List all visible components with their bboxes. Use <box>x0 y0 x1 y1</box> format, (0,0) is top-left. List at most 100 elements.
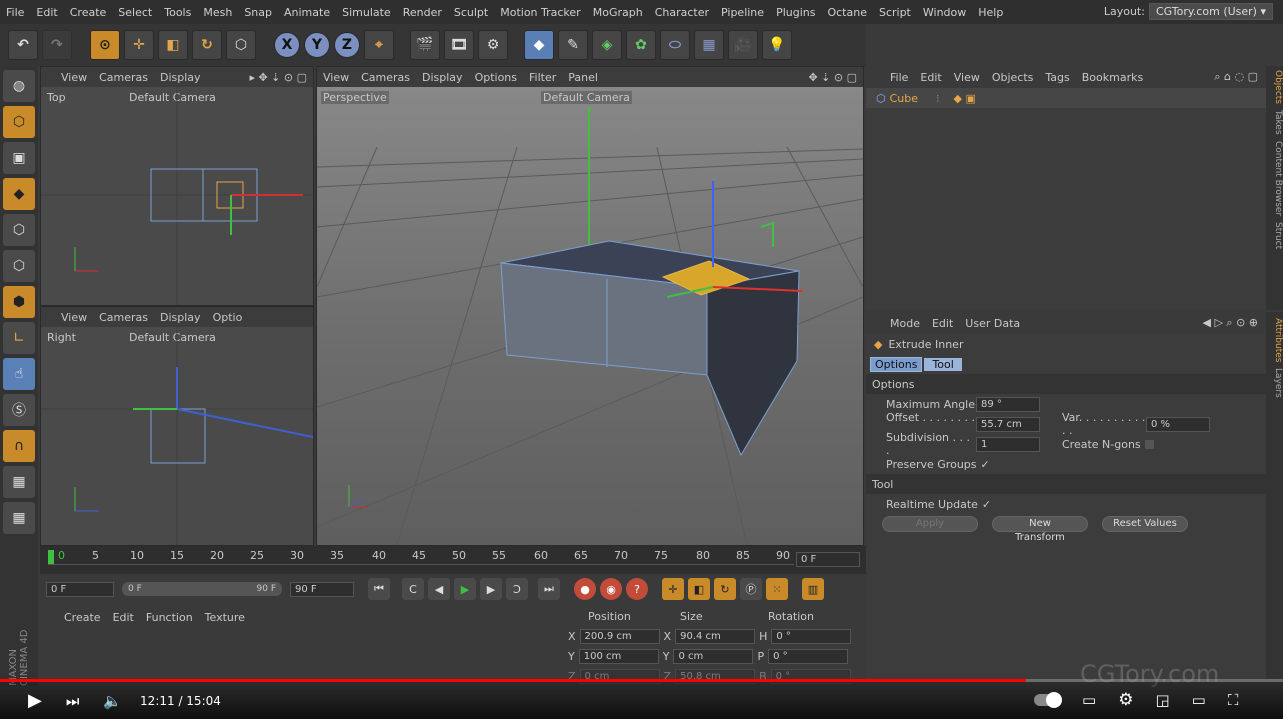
menu-octane[interactable]: Octane <box>821 6 873 19</box>
record-icon[interactable]: ● <box>574 578 596 600</box>
next-frame-icon[interactable]: ▶ <box>480 578 502 600</box>
menu-render[interactable]: Render <box>397 6 448 19</box>
workplane-lock-icon[interactable]: ▦ <box>3 466 35 498</box>
render-picture-icon[interactable]: 🎞 <box>444 30 474 60</box>
grid-icon[interactable]: ▦ <box>3 502 35 534</box>
y-axis-toggle[interactable]: Y <box>304 32 330 58</box>
mat-create-menu[interactable]: Create <box>64 611 101 624</box>
prev-key-icon[interactable]: C <box>402 578 424 600</box>
attr-edit-menu[interactable]: Edit <box>932 317 953 330</box>
floor-icon[interactable]: ▦ <box>694 30 724 60</box>
start-frame-field[interactable]: 0 F <box>46 581 114 597</box>
keyframe-selection-icon[interactable]: ? <box>626 578 648 600</box>
reset-values-button[interactable]: Reset Values <box>1102 516 1188 532</box>
menu-simulate[interactable]: Simulate <box>336 6 397 19</box>
snap-icon[interactable]: ∩ <box>3 430 35 462</box>
axis-mode-icon[interactable]: ∟ <box>3 322 35 354</box>
tab-attributes[interactable]: Attributes <box>1266 318 1283 362</box>
play-icon[interactable]: ▶ <box>28 690 42 711</box>
obj-edit-menu[interactable]: Edit <box>920 71 941 84</box>
object-mode-icon[interactable]: ⬡ <box>226 30 256 60</box>
range-slider[interactable]: 0 F 90 F <box>122 582 282 596</box>
persp-nav-icon[interactable]: ✥ ⇣ ⊙ ▢ <box>808 71 863 84</box>
live-selection-icon[interactable]: ⊙ <box>90 30 120 60</box>
menu-edit[interactable]: Edit <box>30 6 63 19</box>
subdivision-field[interactable]: 1 <box>976 436 1040 452</box>
search-icon[interactable]: ⌕ ⌂ ◌ ▢ <box>1214 70 1266 84</box>
key-scale-icon[interactable]: ◧ <box>688 578 710 600</box>
max-angle-field[interactable]: 89 ° <box>976 396 1040 412</box>
pos-x-field[interactable]: 200.9 cm <box>579 628 660 644</box>
rotate-icon[interactable]: ↻ <box>192 30 222 60</box>
persp-filter-menu[interactable]: Filter <box>529 71 556 84</box>
solo-icon[interactable]: Ⓢ <box>3 394 35 426</box>
menu-animate[interactable]: Animate <box>278 6 336 19</box>
menu-motion-tracker[interactable]: Motion Tracker <box>494 6 586 19</box>
render-settings-icon[interactable]: ⚙ <box>478 30 508 60</box>
right-cameras-menu[interactable]: Cameras <box>99 311 148 324</box>
obj-tags-menu[interactable]: Tags <box>1045 71 1069 84</box>
next-video-icon[interactable]: ⏭ <box>66 692 80 710</box>
pos-y-field[interactable]: 100 cm <box>578 648 659 664</box>
right-viewport[interactable]: View Cameras Display Optio Right Default… <box>40 306 314 546</box>
tab-objects[interactable]: Objects <box>1266 70 1283 104</box>
deformer-icon[interactable]: ⬭ <box>660 30 690 60</box>
x-axis-toggle[interactable]: X <box>274 32 300 58</box>
preserve-groups-checkbox[interactable]: ✓ <box>981 458 990 471</box>
key-param-icon[interactable]: Ⓟ <box>740 578 762 600</box>
obj-objects-menu[interactable]: Objects <box>992 71 1034 84</box>
right-options-menu[interactable]: Optio <box>213 311 243 324</box>
video-progress-bar[interactable] <box>0 679 1283 682</box>
tab-layers[interactable]: Layers <box>1266 368 1283 398</box>
timeline-ruler[interactable]: 0 5 10 15 20 25 30 35 40 45 50 55 60 65 … <box>40 546 866 574</box>
tab-tool[interactable]: Tool <box>924 357 962 371</box>
create-ngons-checkbox[interactable] <box>1144 439 1154 449</box>
menu-mograph[interactable]: MoGraph <box>587 6 649 19</box>
autokey-icon[interactable]: ◉ <box>600 578 622 600</box>
timeline-icon[interactable]: ▥ <box>802 578 824 600</box>
subdivision-icon[interactable]: ◈ <box>592 30 622 60</box>
menu-script[interactable]: Script <box>873 6 917 19</box>
right-view-menu[interactable]: View <box>61 311 87 324</box>
menu-sculpt[interactable]: Sculpt <box>448 6 494 19</box>
key-position-icon[interactable]: ✛ <box>662 578 684 600</box>
subtitles-icon[interactable]: ▭ <box>1082 691 1096 709</box>
next-key-icon[interactable]: Ↄ <box>506 578 528 600</box>
camera-icon[interactable]: 🎥 <box>728 30 758 60</box>
tab-content-browser[interactable]: Content Browser <box>1266 141 1283 216</box>
scale-icon[interactable]: ◧ <box>158 30 188 60</box>
points-mode-icon[interactable]: ⬡ <box>3 214 35 246</box>
play-icon[interactable]: ▶ <box>454 578 476 600</box>
menu-pipeline[interactable]: Pipeline <box>715 6 770 19</box>
edges-mode-icon[interactable]: ⬡ <box>3 250 35 282</box>
menu-file[interactable]: File <box>0 6 30 19</box>
menu-window[interactable]: Window <box>917 6 972 19</box>
menu-create[interactable]: Create <box>64 6 113 19</box>
light-icon[interactable]: 💡 <box>762 30 792 60</box>
var-field[interactable]: 0 % <box>1146 416 1210 432</box>
persp-panel-menu[interactable]: Panel <box>568 71 598 84</box>
mat-texture-menu[interactable]: Texture <box>205 611 245 624</box>
polygons-mode-icon[interactable]: ⬢ <box>3 286 35 318</box>
settings-gear-icon[interactable]: ⚙ <box>1118 690 1133 710</box>
fullscreen-icon[interactable]: ⛶ <box>1228 691 1239 709</box>
attr-userdata-menu[interactable]: User Data <box>965 317 1020 330</box>
mat-edit-menu[interactable]: Edit <box>113 611 134 624</box>
key-rotation-icon[interactable]: ↻ <box>714 578 736 600</box>
menu-tools[interactable]: Tools <box>158 6 197 19</box>
playhead[interactable] <box>48 550 54 564</box>
move-icon[interactable]: ✛ <box>124 30 154 60</box>
persp-display-menu[interactable]: Display <box>422 71 463 84</box>
size-x-field[interactable]: 90.4 cm <box>675 628 756 644</box>
mat-function-menu[interactable]: Function <box>146 611 193 624</box>
phong-tag-icon[interactable]: ◆ ▣ <box>954 92 976 105</box>
persp-view-menu[interactable]: View <box>323 71 349 84</box>
top-view-menu[interactable]: View <box>61 71 87 84</box>
attr-mode-menu[interactable]: Mode <box>890 317 920 330</box>
new-transform-button[interactable]: New Transform <box>992 516 1088 543</box>
layout-dropdown[interactable]: CGTory.com (User) ▾ <box>1148 3 1273 20</box>
tweak-mode-icon[interactable]: ☝ <box>3 358 35 390</box>
rot-h-field[interactable]: 0 ° <box>771 628 852 644</box>
end-frame-field[interactable]: 90 F <box>290 581 354 597</box>
menu-plugins[interactable]: Plugins <box>770 6 821 19</box>
